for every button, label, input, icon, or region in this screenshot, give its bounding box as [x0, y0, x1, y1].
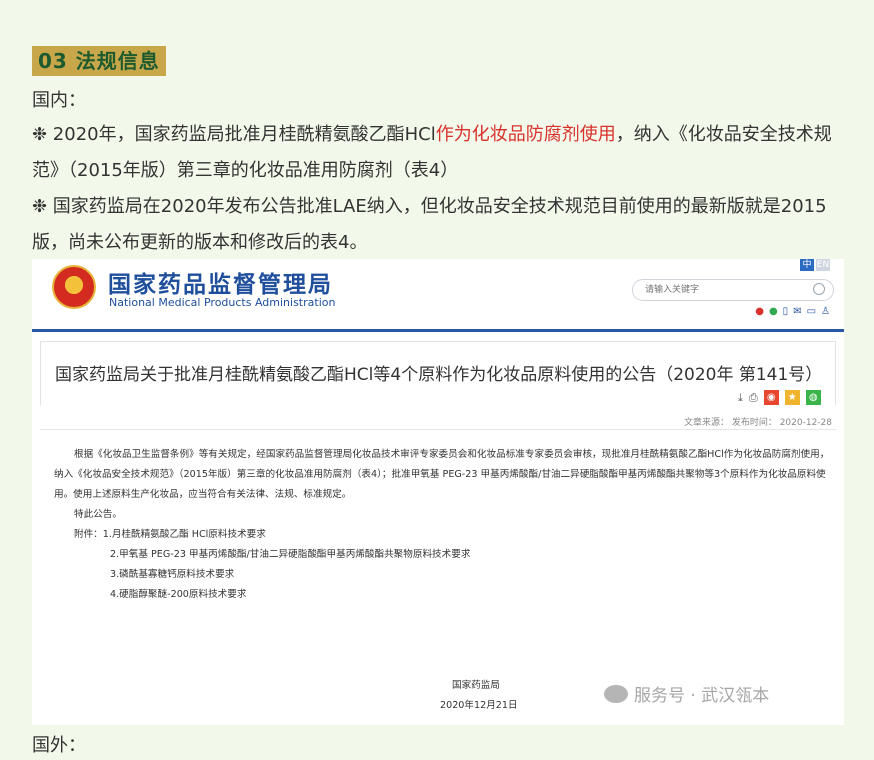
wechat-icon: [604, 684, 628, 703]
watermark: 服务号 · 武汉瓴本: [604, 681, 769, 706]
issue-date: 2020年12月21日: [440, 700, 518, 711]
bullet-1-prefix: ❉ 2020年，国家药监局批准月桂酰精氨酸乙酯HCl: [32, 124, 436, 145]
bullet-1: ❉ 2020年，国家药监局批准月桂酰精氨酸乙酯HCl作为化妆品防腐剂使用，纳入《…: [32, 117, 842, 189]
site-name-en: National Medical Products Administration: [109, 296, 336, 309]
national-emblem-icon: [52, 265, 96, 309]
search-icon: [813, 283, 825, 295]
download-icon: ⤓: [738, 390, 743, 404]
print-icon: ⎙: [748, 390, 758, 404]
watermark-text: 服务号 · 武汉瓴本: [634, 686, 770, 706]
social-links: ● ● ▯ ✉ ▭ ♙: [755, 306, 830, 318]
article-title: 国家药监局关于批准月桂酰精氨酸乙酯HCl等4个原料作为化妆品原料使用的公告（20…: [55, 365, 823, 385]
site-search-box: [632, 279, 834, 301]
wechat-icon: ●: [768, 306, 778, 317]
section-title: 03 法规信息: [32, 46, 166, 76]
article-meta: 文章来源： 发布时间： 2020-12-28: [683, 418, 832, 428]
site-search-input: [645, 283, 805, 297]
announcement-screenshot: 国家药品监督管理局 National Medical Products Admi…: [32, 259, 844, 725]
foreign-label: 国外：: [32, 735, 86, 756]
lang-cn: 中: [800, 259, 814, 271]
share-weibo-icon: ◉: [763, 390, 779, 405]
attachment-item: 4.硬脂醇聚醚-200原料技术要求: [110, 589, 247, 600]
domestic-label: 国内：: [32, 90, 86, 111]
attachment-item: 附件：1.月桂酰精氨酸乙酯 HCl原料技术要求: [74, 529, 266, 540]
article-title-box: 国家药监局关于批准月桂酰精氨酸乙酯HCl等4个原料作为化妆品原料使用的公告（20…: [40, 341, 836, 405]
site-name-cn: 国家药品监督管理局: [108, 272, 333, 298]
article-tools: ⤓ ⎙ ◉ ★ ◍: [738, 390, 821, 405]
attachment-item: 2.甲氧基 PEG-23 甲基丙烯酸酯/甘油二异硬脂酸酯甲基丙烯酸酯共聚物原料技…: [110, 549, 471, 560]
header-divider: [32, 329, 844, 332]
user-icon: ♙: [821, 306, 830, 317]
bullet-2: ❉ 国家药监局在2020年发布公告批准LAE纳入，但化妆品安全技术规范目前使用的…: [32, 196, 827, 253]
meta-divider: [40, 429, 836, 430]
article-body: 根据《化妆品卫生监督条例》等有关规定，经国家药品监督管理局化妆品技术审评专家委员…: [54, 445, 834, 605]
signer: 国家药监局: [452, 680, 500, 691]
language-switch: 中 EN: [800, 259, 830, 271]
bullet-1-highlight: 作为化妆品防腐剂使用: [435, 124, 616, 145]
share-qzone-icon: ★: [784, 390, 800, 405]
lang-en: EN: [816, 259, 830, 271]
article-paragraph: 根据《化妆品卫生监督条例》等有关规定，经国家药品监督管理局化妆品技术审评专家委员…: [54, 449, 830, 500]
mobile-icon: ▯: [782, 306, 789, 317]
mail-icon: ✉: [793, 306, 802, 317]
weibo-icon: ●: [755, 306, 764, 317]
share-wechat-icon: ◍: [805, 390, 821, 405]
message-icon: ▭: [806, 306, 817, 317]
attachment-item: 3.磷酰基寡糖钙原料技术要求: [110, 569, 235, 580]
site-header: 国家药品监督管理局 National Medical Products Admi…: [32, 259, 844, 332]
article-notice: 特此公告。: [74, 509, 122, 520]
